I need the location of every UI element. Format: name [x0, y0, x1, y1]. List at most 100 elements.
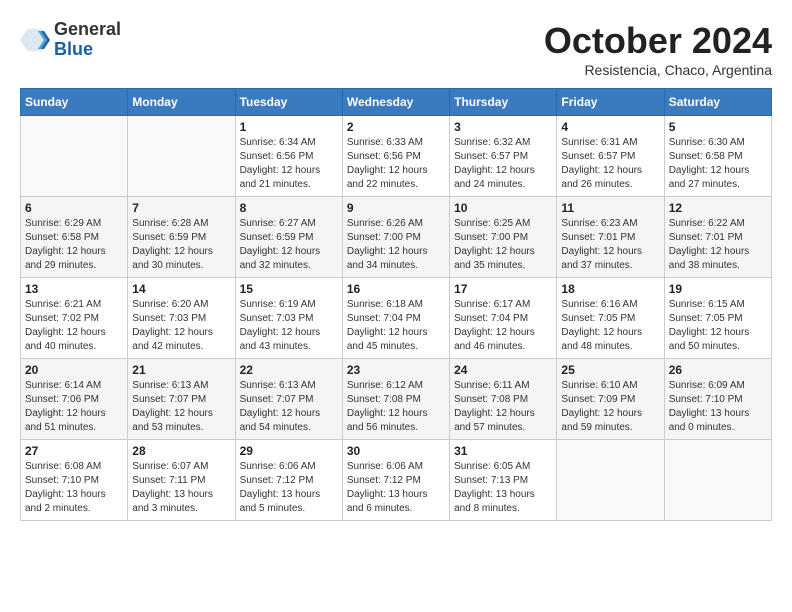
day-info: Sunrise: 6:15 AM Sunset: 7:05 PM Dayligh…	[669, 298, 767, 354]
day-number: 21	[132, 363, 230, 377]
calendar-cell: 20 Sunrise: 6:14 AM Sunset: 7:06 PM Dayli…	[21, 359, 128, 440]
day-number: 3	[454, 120, 552, 134]
day-info: Sunrise: 6:06 AM Sunset: 7:12 PM Dayligh…	[240, 460, 338, 516]
weekday-header: Saturday	[664, 89, 771, 116]
day-info: Sunrise: 6:29 AM Sunset: 6:58 PM Dayligh…	[25, 217, 123, 273]
day-info: Sunrise: 6:19 AM Sunset: 7:03 PM Dayligh…	[240, 298, 338, 354]
day-number: 18	[561, 282, 659, 296]
day-number: 19	[669, 282, 767, 296]
logo-icon	[20, 25, 50, 55]
day-info: Sunrise: 6:28 AM Sunset: 6:59 PM Dayligh…	[132, 217, 230, 273]
day-info: Sunrise: 6:26 AM Sunset: 7:00 PM Dayligh…	[347, 217, 445, 273]
day-number: 2	[347, 120, 445, 134]
day-info: Sunrise: 6:22 AM Sunset: 7:01 PM Dayligh…	[669, 217, 767, 273]
day-number: 8	[240, 201, 338, 215]
day-number: 20	[25, 363, 123, 377]
calendar-cell: 7 Sunrise: 6:28 AM Sunset: 6:59 PM Daylig…	[128, 197, 235, 278]
calendar-week-row: 13 Sunrise: 6:21 AM Sunset: 7:02 PM Dayli…	[21, 278, 772, 359]
day-number: 28	[132, 444, 230, 458]
weekday-row: SundayMondayTuesdayWednesdayThursdayFrid…	[21, 89, 772, 116]
calendar-cell	[557, 440, 664, 521]
day-number: 23	[347, 363, 445, 377]
logo-blue-text: Blue	[54, 40, 121, 60]
day-info: Sunrise: 6:08 AM Sunset: 7:10 PM Dayligh…	[25, 460, 123, 516]
calendar-cell: 23 Sunrise: 6:12 AM Sunset: 7:08 PM Dayli…	[342, 359, 449, 440]
calendar-cell: 12 Sunrise: 6:22 AM Sunset: 7:01 PM Dayli…	[664, 197, 771, 278]
calendar-cell: 15Sunrise: 6:19 AM Sunset: 7:03 PM Dayli…	[235, 278, 342, 359]
day-info: Sunrise: 6:17 AM Sunset: 7:04 PM Dayligh…	[454, 298, 552, 354]
day-number: 24	[454, 363, 552, 377]
title-block: October 2024 Resistencia, Chaco, Argenti…	[544, 20, 772, 78]
calendar-cell: 24Sunrise: 6:11 AM Sunset: 7:08 PM Dayli…	[450, 359, 557, 440]
calendar-week-row: 27 Sunrise: 6:08 AM Sunset: 7:10 PM Dayli…	[21, 440, 772, 521]
weekday-header: Wednesday	[342, 89, 449, 116]
day-info: Sunrise: 6:14 AM Sunset: 7:06 PM Dayligh…	[25, 379, 123, 435]
calendar-cell: 28 Sunrise: 6:07 AM Sunset: 7:11 PM Dayli…	[128, 440, 235, 521]
day-info: Sunrise: 6:18 AM Sunset: 7:04 PM Dayligh…	[347, 298, 445, 354]
calendar-week-row: 6 Sunrise: 6:29 AM Sunset: 6:58 PM Daylig…	[21, 197, 772, 278]
day-number: 13	[25, 282, 123, 296]
calendar-cell: 13 Sunrise: 6:21 AM Sunset: 7:02 PM Dayli…	[21, 278, 128, 359]
location-subtitle: Resistencia, Chaco, Argentina	[544, 62, 772, 78]
day-info: Sunrise: 6:10 AM Sunset: 7:09 PM Dayligh…	[561, 379, 659, 435]
day-number: 26	[669, 363, 767, 377]
calendar-cell: 17 Sunrise: 6:17 AM Sunset: 7:04 PM Dayli…	[450, 278, 557, 359]
day-number: 5	[669, 120, 767, 134]
calendar-cell: 30Sunrise: 6:06 AM Sunset: 7:12 PM Dayli…	[342, 440, 449, 521]
day-info: Sunrise: 6:12 AM Sunset: 7:08 PM Dayligh…	[347, 379, 445, 435]
calendar-cell: 29Sunrise: 6:06 AM Sunset: 7:12 PM Dayli…	[235, 440, 342, 521]
day-info: Sunrise: 6:34 AM Sunset: 6:56 PM Dayligh…	[240, 136, 338, 192]
calendar-cell: 6 Sunrise: 6:29 AM Sunset: 6:58 PM Daylig…	[21, 197, 128, 278]
weekday-header: Thursday	[450, 89, 557, 116]
weekday-header: Sunday	[21, 89, 128, 116]
day-number: 22	[240, 363, 338, 377]
calendar-cell: 31Sunrise: 6:05 AM Sunset: 7:13 PM Dayli…	[450, 440, 557, 521]
day-info: Sunrise: 6:16 AM Sunset: 7:05 PM Dayligh…	[561, 298, 659, 354]
logo-general-text: General	[54, 20, 121, 40]
day-number: 11	[561, 201, 659, 215]
weekday-header: Friday	[557, 89, 664, 116]
calendar-cell: 10 Sunrise: 6:25 AM Sunset: 7:00 PM Dayli…	[450, 197, 557, 278]
day-number: 10	[454, 201, 552, 215]
day-info: Sunrise: 6:32 AM Sunset: 6:57 PM Dayligh…	[454, 136, 552, 192]
calendar-cell: 21Sunrise: 6:13 AM Sunset: 7:07 PM Dayli…	[128, 359, 235, 440]
calendar-cell: 5 Sunrise: 6:30 AM Sunset: 6:58 PM Daylig…	[664, 116, 771, 197]
day-info: Sunrise: 6:20 AM Sunset: 7:03 PM Dayligh…	[132, 298, 230, 354]
calendar-cell: 25Sunrise: 6:10 AM Sunset: 7:09 PM Dayli…	[557, 359, 664, 440]
day-number: 30	[347, 444, 445, 458]
day-number: 4	[561, 120, 659, 134]
day-number: 17	[454, 282, 552, 296]
day-number: 6	[25, 201, 123, 215]
page-header: General Blue October 2024 Resistencia, C…	[20, 20, 772, 78]
day-info: Sunrise: 6:25 AM Sunset: 7:00 PM Dayligh…	[454, 217, 552, 273]
calendar-cell: 9Sunrise: 6:26 AM Sunset: 7:00 PM Daylig…	[342, 197, 449, 278]
calendar-cell: 14 Sunrise: 6:20 AM Sunset: 7:03 PM Dayli…	[128, 278, 235, 359]
day-number: 12	[669, 201, 767, 215]
weekday-header: Tuesday	[235, 89, 342, 116]
day-info: Sunrise: 6:21 AM Sunset: 7:02 PM Dayligh…	[25, 298, 123, 354]
day-info: Sunrise: 6:31 AM Sunset: 6:57 PM Dayligh…	[561, 136, 659, 192]
day-info: Sunrise: 6:27 AM Sunset: 6:59 PM Dayligh…	[240, 217, 338, 273]
day-number: 1	[240, 120, 338, 134]
day-info: Sunrise: 6:07 AM Sunset: 7:11 PM Dayligh…	[132, 460, 230, 516]
day-info: Sunrise: 6:05 AM Sunset: 7:13 PM Dayligh…	[454, 460, 552, 516]
day-info: Sunrise: 6:09 AM Sunset: 7:10 PM Dayligh…	[669, 379, 767, 435]
day-number: 14	[132, 282, 230, 296]
calendar-cell: 22Sunrise: 6:13 AM Sunset: 7:07 PM Dayli…	[235, 359, 342, 440]
day-number: 7	[132, 201, 230, 215]
calendar-cell: 16 Sunrise: 6:18 AM Sunset: 7:04 PM Dayli…	[342, 278, 449, 359]
month-title: October 2024	[544, 20, 772, 62]
calendar-cell: 27 Sunrise: 6:08 AM Sunset: 7:10 PM Dayli…	[21, 440, 128, 521]
calendar-cell: 4 Sunrise: 6:31 AM Sunset: 6:57 PM Daylig…	[557, 116, 664, 197]
calendar-cell	[128, 116, 235, 197]
calendar-cell: 19 Sunrise: 6:15 AM Sunset: 7:05 PM Dayli…	[664, 278, 771, 359]
day-info: Sunrise: 6:23 AM Sunset: 7:01 PM Dayligh…	[561, 217, 659, 273]
day-number: 16	[347, 282, 445, 296]
day-number: 27	[25, 444, 123, 458]
day-info: Sunrise: 6:33 AM Sunset: 6:56 PM Dayligh…	[347, 136, 445, 192]
calendar-cell: 1 Sunrise: 6:34 AM Sunset: 6:56 PM Daylig…	[235, 116, 342, 197]
calendar-header: SundayMondayTuesdayWednesdayThursdayFrid…	[21, 89, 772, 116]
calendar-cell: 18 Sunrise: 6:16 AM Sunset: 7:05 PM Dayli…	[557, 278, 664, 359]
day-info: Sunrise: 6:30 AM Sunset: 6:58 PM Dayligh…	[669, 136, 767, 192]
logo: General Blue	[20, 20, 121, 60]
